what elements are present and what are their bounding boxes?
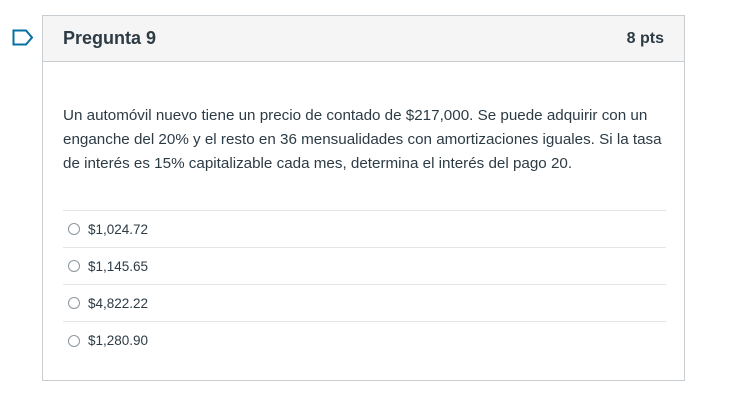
question-text: Un automóvil nuevo tiene un precio de co… (63, 107, 662, 172)
question-points: 8 pts (626, 29, 664, 47)
question-title: Pregunta 9 (63, 28, 157, 48)
question-card: Pregunta 9 8 pts Un automóvil nuevo tien… (42, 15, 685, 381)
answer-option[interactable]: $1,024.72 (63, 211, 666, 248)
flag-question-icon[interactable] (12, 29, 34, 46)
radio-button[interactable] (68, 223, 80, 235)
answer-option[interactable]: $1,280.90 (63, 322, 666, 359)
radio-button[interactable] (68, 297, 80, 309)
answer-label: $1,024.72 (88, 221, 149, 237)
answer-label: $1,280.90 (88, 333, 149, 348)
answer-list: $1,024.72 $1,145.65 $4,822.22 $1,280.90 (63, 210, 666, 359)
radio-button[interactable] (68, 334, 80, 347)
question-header: Pregunta 9 8 pts (43, 16, 684, 62)
answer-label: $4,822.22 (88, 295, 149, 311)
radio-button[interactable] (68, 260, 80, 272)
answer-label: $1,145.65 (88, 258, 149, 274)
quiz-page: Pregunta 9 8 pts Un automóvil nuevo tien… (0, 0, 738, 402)
answer-option[interactable]: $1,145.65 (63, 248, 666, 285)
answer-option[interactable]: $4,822.22 (63, 285, 666, 322)
